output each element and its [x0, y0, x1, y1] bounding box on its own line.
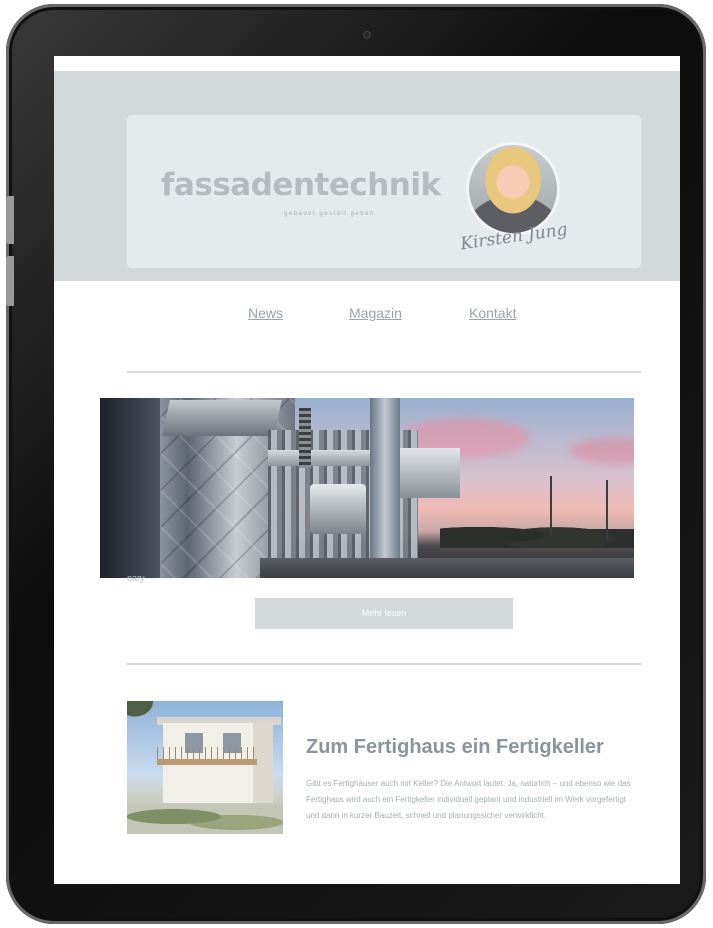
light-pole	[550, 476, 552, 536]
facade-canopy	[162, 400, 282, 436]
nav-link-news[interactable]: News	[248, 305, 283, 321]
feature-caption: oary	[127, 573, 145, 583]
brand-tagline: gebauet gestalt geben	[284, 211, 375, 217]
volume-up-button	[6, 196, 14, 244]
nav-link-magazin[interactable]: Magazin	[349, 305, 402, 321]
read-more-button[interactable]: Mehr lesen	[255, 598, 513, 629]
article-thumbnail[interactable]	[127, 701, 283, 834]
shrubs	[127, 805, 283, 834]
ground	[260, 558, 634, 578]
tree-line	[440, 516, 634, 548]
divider	[127, 371, 641, 373]
steel-duct	[310, 484, 366, 534]
industrial-unit	[400, 448, 460, 498]
divider	[127, 663, 641, 665]
chimney	[370, 398, 400, 570]
article-title[interactable]: Zum Fertighaus ein Fertigkeller	[306, 736, 604, 759]
balcony	[157, 759, 257, 765]
balcony-railing	[157, 747, 257, 759]
palm-leaves	[127, 701, 177, 737]
facade-shadow	[100, 398, 160, 578]
lattice-tower	[299, 408, 311, 468]
tablet-frame: fassadentechnik gebauet gestalt geben Ki…	[6, 4, 706, 924]
header-card: fassadentechnik gebauet gestalt geben Ki…	[127, 115, 641, 268]
article-body: Gibt es Fertighäuser auch mit Keller? Di…	[306, 779, 631, 820]
brand-logo[interactable]: fassadentechnik	[161, 167, 441, 203]
feature-image[interactable]	[100, 398, 634, 578]
nav-link-kontakt[interactable]: Kontakt	[469, 305, 516, 321]
camera-icon	[364, 32, 370, 38]
newsletter-screen: fassadentechnik gebauet gestalt geben Ki…	[54, 56, 680, 884]
volume-down-button	[6, 256, 14, 306]
light-pole	[606, 480, 608, 540]
header-band: fassadentechnik gebauet gestalt geben Ki…	[54, 71, 680, 281]
sky-cloud	[570, 438, 634, 464]
